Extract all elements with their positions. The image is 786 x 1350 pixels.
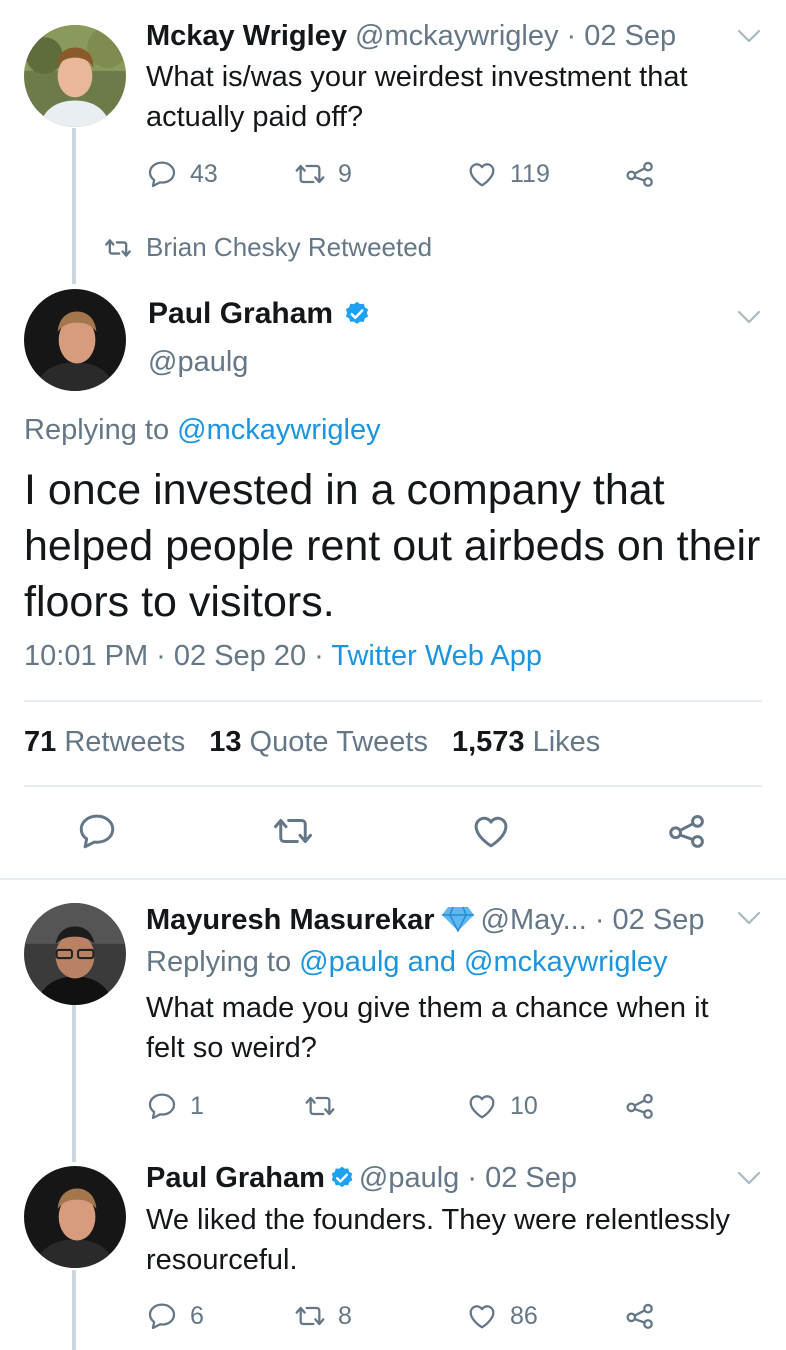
verified-badge-icon xyxy=(343,300,371,328)
display-name[interactable]: Paul Graham xyxy=(148,297,333,331)
retweet-icon xyxy=(272,810,314,852)
replying-to-handle[interactable]: @mckaywrigley xyxy=(177,414,380,446)
retweets-count: 71 xyxy=(24,726,57,758)
quotes-count: 13 xyxy=(209,726,242,758)
tweet-text-line: felt so weird? xyxy=(146,1032,317,1064)
likes-stat[interactable]: 1,573 Likes xyxy=(452,726,600,759)
tweet-text: What made you give them a chance when it… xyxy=(146,988,766,1068)
share-button[interactable] xyxy=(666,810,708,852)
likes-count: 1,573 xyxy=(451,726,525,758)
reply-icon xyxy=(146,1300,178,1332)
replying-to-handles[interactable]: @paulg and @mckaywrigley xyxy=(299,946,667,978)
retweet-button[interactable] xyxy=(304,1086,348,1126)
retweet-count: 8 xyxy=(338,1301,352,1330)
tweet-date[interactable]: · 02 Sep xyxy=(595,904,705,936)
retweet-icon xyxy=(304,1090,336,1122)
main-tweet-text: I once invested in a company that helped… xyxy=(24,466,761,626)
like-icon xyxy=(466,1090,498,1122)
avatar[interactable] xyxy=(24,1166,126,1268)
main-name-line: Paul Graham xyxy=(148,297,371,331)
thread-line-reply xyxy=(72,980,76,1162)
divider xyxy=(24,700,762,702)
reply-count: 1 xyxy=(190,1091,204,1120)
main-tweet: Paul Graham @paulg Replying to @mckaywri… xyxy=(0,0,786,880)
replying-to: Replying to @paulg and @mckaywrigley xyxy=(146,946,668,979)
display-name[interactable]: Paul Graham xyxy=(146,1162,325,1194)
tweet-client[interactable]: Twitter Web App xyxy=(331,640,542,672)
divider xyxy=(0,878,786,880)
replying-to-prefix: Replying to xyxy=(146,946,300,978)
handle[interactable]: @paulg xyxy=(359,1162,459,1194)
chevron-down-icon[interactable] xyxy=(736,1170,762,1186)
tweet-date[interactable]: · 02 Sep xyxy=(467,1162,577,1194)
retweet-button[interactable]: 8 xyxy=(294,1296,352,1336)
like-icon xyxy=(466,1300,498,1332)
diamond-icon xyxy=(441,906,474,933)
handle[interactable]: @paulg xyxy=(148,346,248,379)
reply-icon xyxy=(76,810,118,852)
tweet-actions: 1 10 xyxy=(146,1086,706,1126)
main-tweet-actions xyxy=(0,810,786,856)
display-name[interactable]: Mayuresh Masurekar xyxy=(146,904,435,936)
tweet-stats: 71 Retweets 13 Quote Tweets 1,573 Likes xyxy=(24,726,600,759)
reply-icon xyxy=(146,1090,178,1122)
share-button[interactable] xyxy=(624,1086,668,1126)
tweet-actions: 6 8 86 xyxy=(146,1296,706,1336)
tweet-time[interactable]: 10:01 PM · 02 Sep 20 · xyxy=(24,640,331,672)
handle[interactable]: @May... xyxy=(481,904,587,936)
retweets-stat[interactable]: 71 Retweets xyxy=(24,726,185,759)
like-button[interactable] xyxy=(470,810,512,852)
retweet-button[interactable] xyxy=(272,810,314,852)
reply-count: 6 xyxy=(190,1301,204,1330)
replying-to: Replying to @mckaywrigley xyxy=(24,414,381,447)
like-count: 86 xyxy=(510,1301,538,1330)
reply-button[interactable] xyxy=(76,810,118,852)
avatar[interactable] xyxy=(24,903,126,1005)
divider xyxy=(24,785,762,787)
retweets-label: Retweets xyxy=(64,726,186,758)
retweet-icon xyxy=(294,1300,326,1332)
chevron-down-icon[interactable] xyxy=(736,910,762,926)
thread-line-bottom xyxy=(72,1270,76,1350)
tweet-text-line: What made you give them a chance when it xyxy=(146,992,709,1024)
share-icon xyxy=(624,1090,656,1122)
reply-button[interactable]: 1 xyxy=(146,1086,204,1126)
tweet-timestamp: 10:01 PM · 02 Sep 20 · Twitter Web App xyxy=(24,640,542,673)
tweet-header: Mayuresh Masurekar @May... · 02 Sep xyxy=(146,904,704,937)
share-button[interactable] xyxy=(624,1296,668,1336)
tweet-text-line: resourceful. xyxy=(146,1244,298,1276)
like-button[interactable]: 86 xyxy=(466,1296,538,1336)
avatar[interactable] xyxy=(24,289,126,391)
replying-to-prefix: Replying to xyxy=(24,414,178,446)
reply-button[interactable]: 6 xyxy=(146,1296,204,1336)
like-count: 10 xyxy=(510,1091,538,1120)
quotes-stat[interactable]: 13 Quote Tweets xyxy=(209,726,428,759)
verified-badge-icon xyxy=(329,1165,355,1191)
quotes-label: Quote Tweets xyxy=(249,726,428,758)
share-icon xyxy=(624,1300,656,1332)
chevron-down-icon[interactable] xyxy=(736,309,762,325)
tweet-text-line: We liked the founders. They were relentl… xyxy=(146,1204,731,1236)
tweet-text: We liked the founders. They were relentl… xyxy=(146,1200,766,1280)
tweet-header: Paul Graham @paulg · 02 Sep xyxy=(146,1162,577,1195)
like-button[interactable]: 10 xyxy=(466,1086,538,1126)
likes-label: Likes xyxy=(532,726,601,758)
like-icon xyxy=(470,810,512,852)
share-icon xyxy=(666,810,708,852)
